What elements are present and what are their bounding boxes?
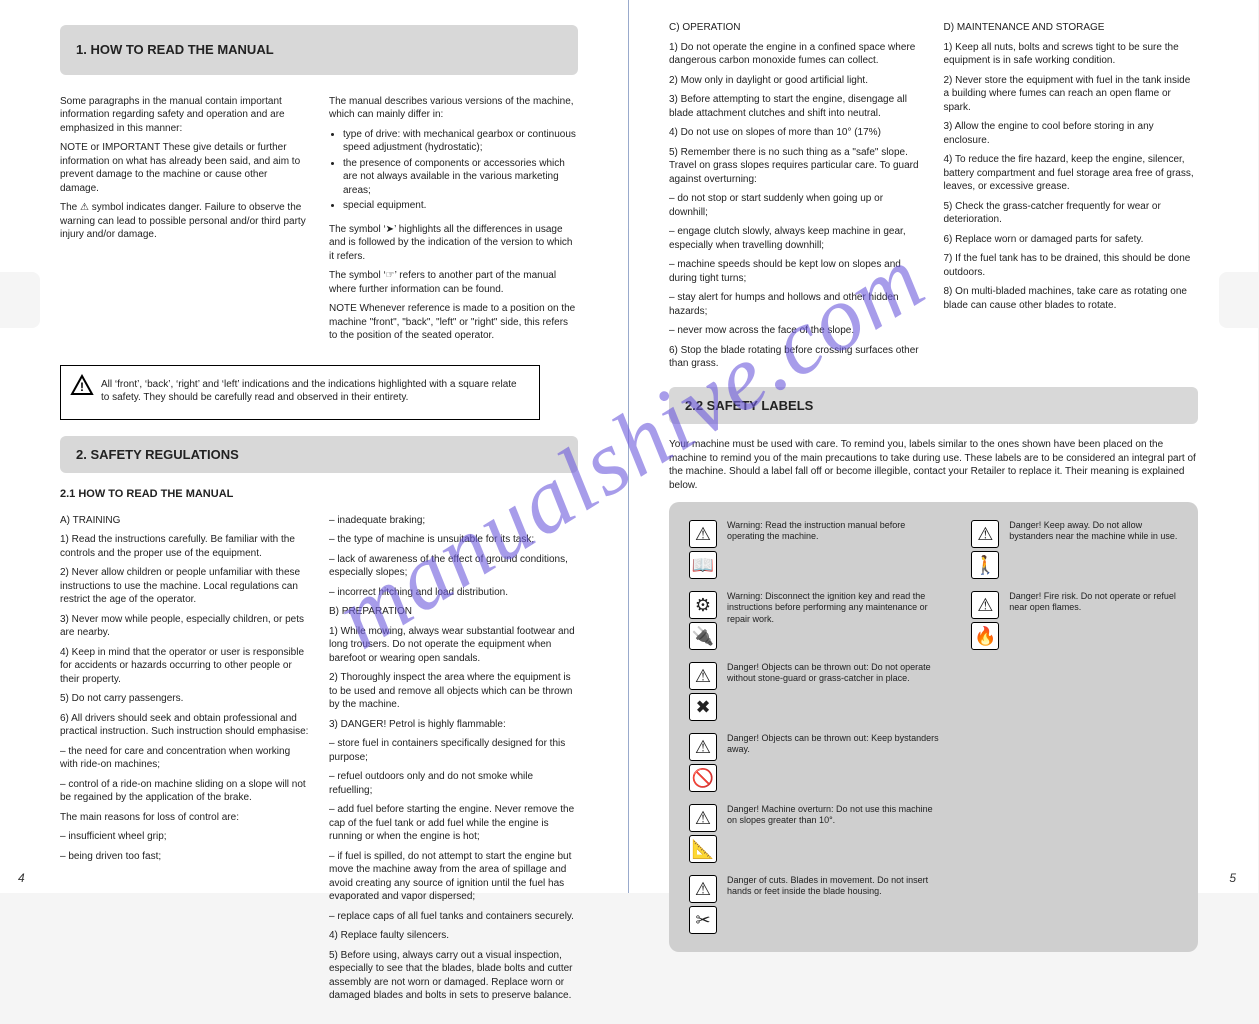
warning-icon: ⚠: [689, 520, 717, 548]
intro-col-1: Some paragraphs in the manual contain im…: [60, 89, 309, 349]
safety-labels-intro: Your machine must be used with care. To …: [669, 438, 1198, 492]
falling-person-icon: ⚠: [971, 520, 999, 548]
no-flame-icon: 🔥: [971, 622, 999, 650]
key-off-icon: ⚙: [689, 591, 717, 619]
warning-triangle-icon: !: [69, 374, 95, 398]
label-text-1: Warning: Read the instruction manual bef…: [727, 520, 943, 543]
manual-icon: 📖: [689, 551, 717, 579]
warning-icon: ⚠: [689, 804, 717, 832]
label-text-8: Danger! Fire risk. Do not operate or ref…: [1009, 591, 1178, 614]
page-left: 1. HOW TO READ THE MANUAL Some paragraph…: [0, 0, 629, 893]
label-text-2: Warning: Disconnect the ignition key and…: [727, 591, 943, 625]
section-2-1-subhead: 2.1 HOW TO READ THE MANUAL: [60, 487, 578, 502]
section-2-header: 2. SAFETY REGULATIONS: [60, 436, 578, 474]
section-2-2-header: 2.2 SAFETY LABELS: [669, 387, 1198, 425]
sec2-col-1: A) TRAINING 1) Read the instructions car…: [60, 508, 309, 1009]
warning-box-text: All ‘front’, ‘back’, ‘right’ and ‘left’ …: [101, 379, 517, 404]
thrown-object-icon: ⚠: [689, 662, 717, 690]
right-top-col-1: C) OPERATION 1) Do not operate the engin…: [669, 15, 924, 377]
fire-warning-icon: ⚠: [971, 591, 999, 619]
warning-icon: ⚠: [689, 875, 717, 903]
sparkplug-icon: 🔌: [689, 622, 717, 650]
page-right: C) OPERATION 1) Do not operate the engin…: [629, 0, 1258, 893]
right-edge-notch: [1219, 272, 1259, 328]
page-number-left: 4: [18, 871, 25, 885]
page-number-right: 5: [1229, 871, 1236, 885]
safety-labels-panel: ⚠ 📖 Warning: Read the instruction manual b…: [669, 502, 1198, 952]
intro-col-2: The manual describes various versions of…: [329, 89, 578, 349]
svg-text:!: !: [80, 380, 84, 394]
keepaway-icon: 🚶: [971, 551, 999, 579]
bystander-icon: 🚫: [689, 764, 717, 792]
label-text-7: Danger! Keep away. Do not allow bystande…: [1009, 520, 1178, 543]
label-text-3: Danger! Objects can be thrown out: Do no…: [727, 662, 943, 685]
label-text-6: Danger of cuts. Blades in movement. Do n…: [727, 875, 943, 898]
sec2-col-2: – inadequate braking; – the type of mach…: [329, 508, 578, 1009]
no-deflector-icon: ✖: [689, 693, 717, 721]
slope-icon: 📐: [689, 835, 717, 863]
right-top-col-2: D) MAINTENANCE AND STORAGE 1) Keep all n…: [944, 15, 1199, 377]
label-text-4: Danger! Objects can be thrown out: Keep …: [727, 733, 943, 756]
label-text-5: Danger! Machine overturn: Do not use thi…: [727, 804, 943, 827]
warning-icon: ⚠: [689, 733, 717, 761]
left-edge-notch: [0, 272, 40, 328]
blade-icon: ✂: [689, 906, 717, 934]
section-1-header: 1. HOW TO READ THE MANUAL: [60, 25, 578, 75]
warning-box: ! All ‘front’, ‘back’, ‘right’ and ‘left…: [60, 365, 540, 420]
